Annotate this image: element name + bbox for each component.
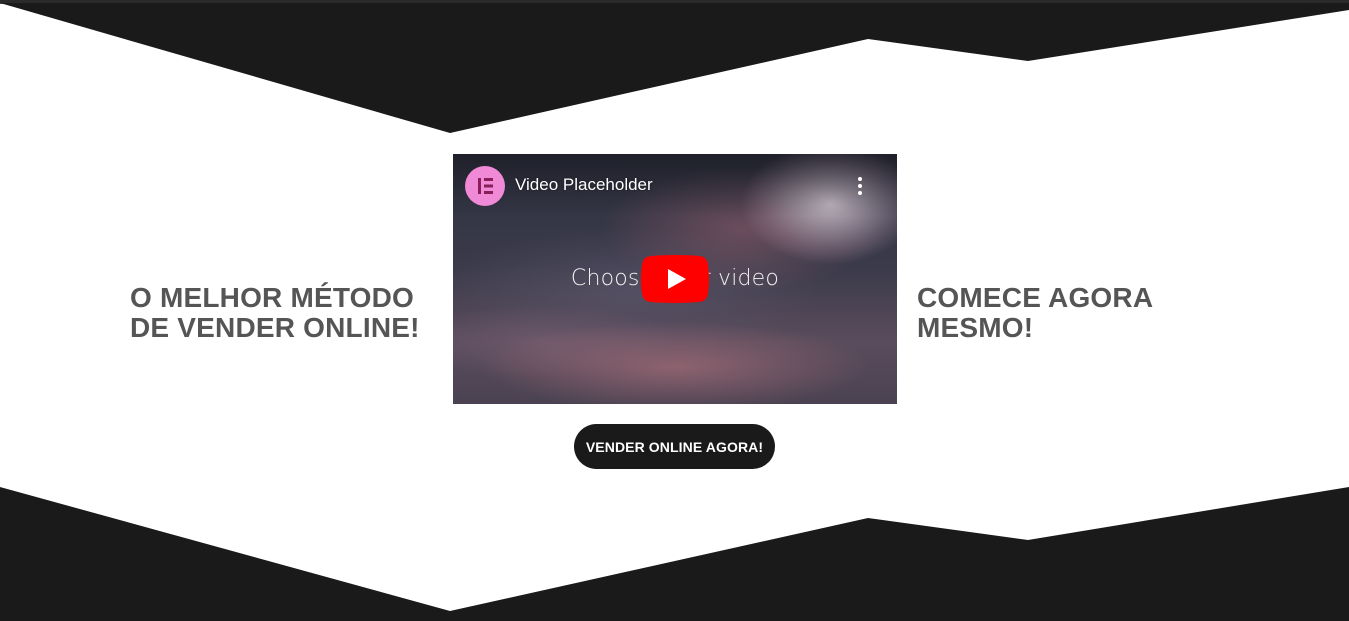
video-embed[interactable]: Video Placeholder Choose your video (453, 154, 897, 404)
page: O MELHOR MÉTODO DE VENDER ONLINE! COMECE… (0, 0, 1349, 621)
video-title[interactable]: Video Placeholder (515, 175, 653, 195)
left-headline: O MELHOR MÉTODO DE VENDER ONLINE! (130, 282, 420, 343)
top-shape-divider (0, 3, 1349, 133)
more-vertical-icon[interactable] (853, 176, 867, 196)
elementor-logo-icon[interactable] (465, 166, 505, 206)
youtube-play-icon[interactable] (641, 255, 709, 303)
sell-online-now-button[interactable]: VENDER ONLINE AGORA! (574, 424, 775, 469)
bottom-shape-divider (0, 487, 1349, 621)
elementor-logo-icon-svg (478, 178, 493, 194)
right-headline: COMECE AGORA MESMO! (917, 282, 1154, 343)
